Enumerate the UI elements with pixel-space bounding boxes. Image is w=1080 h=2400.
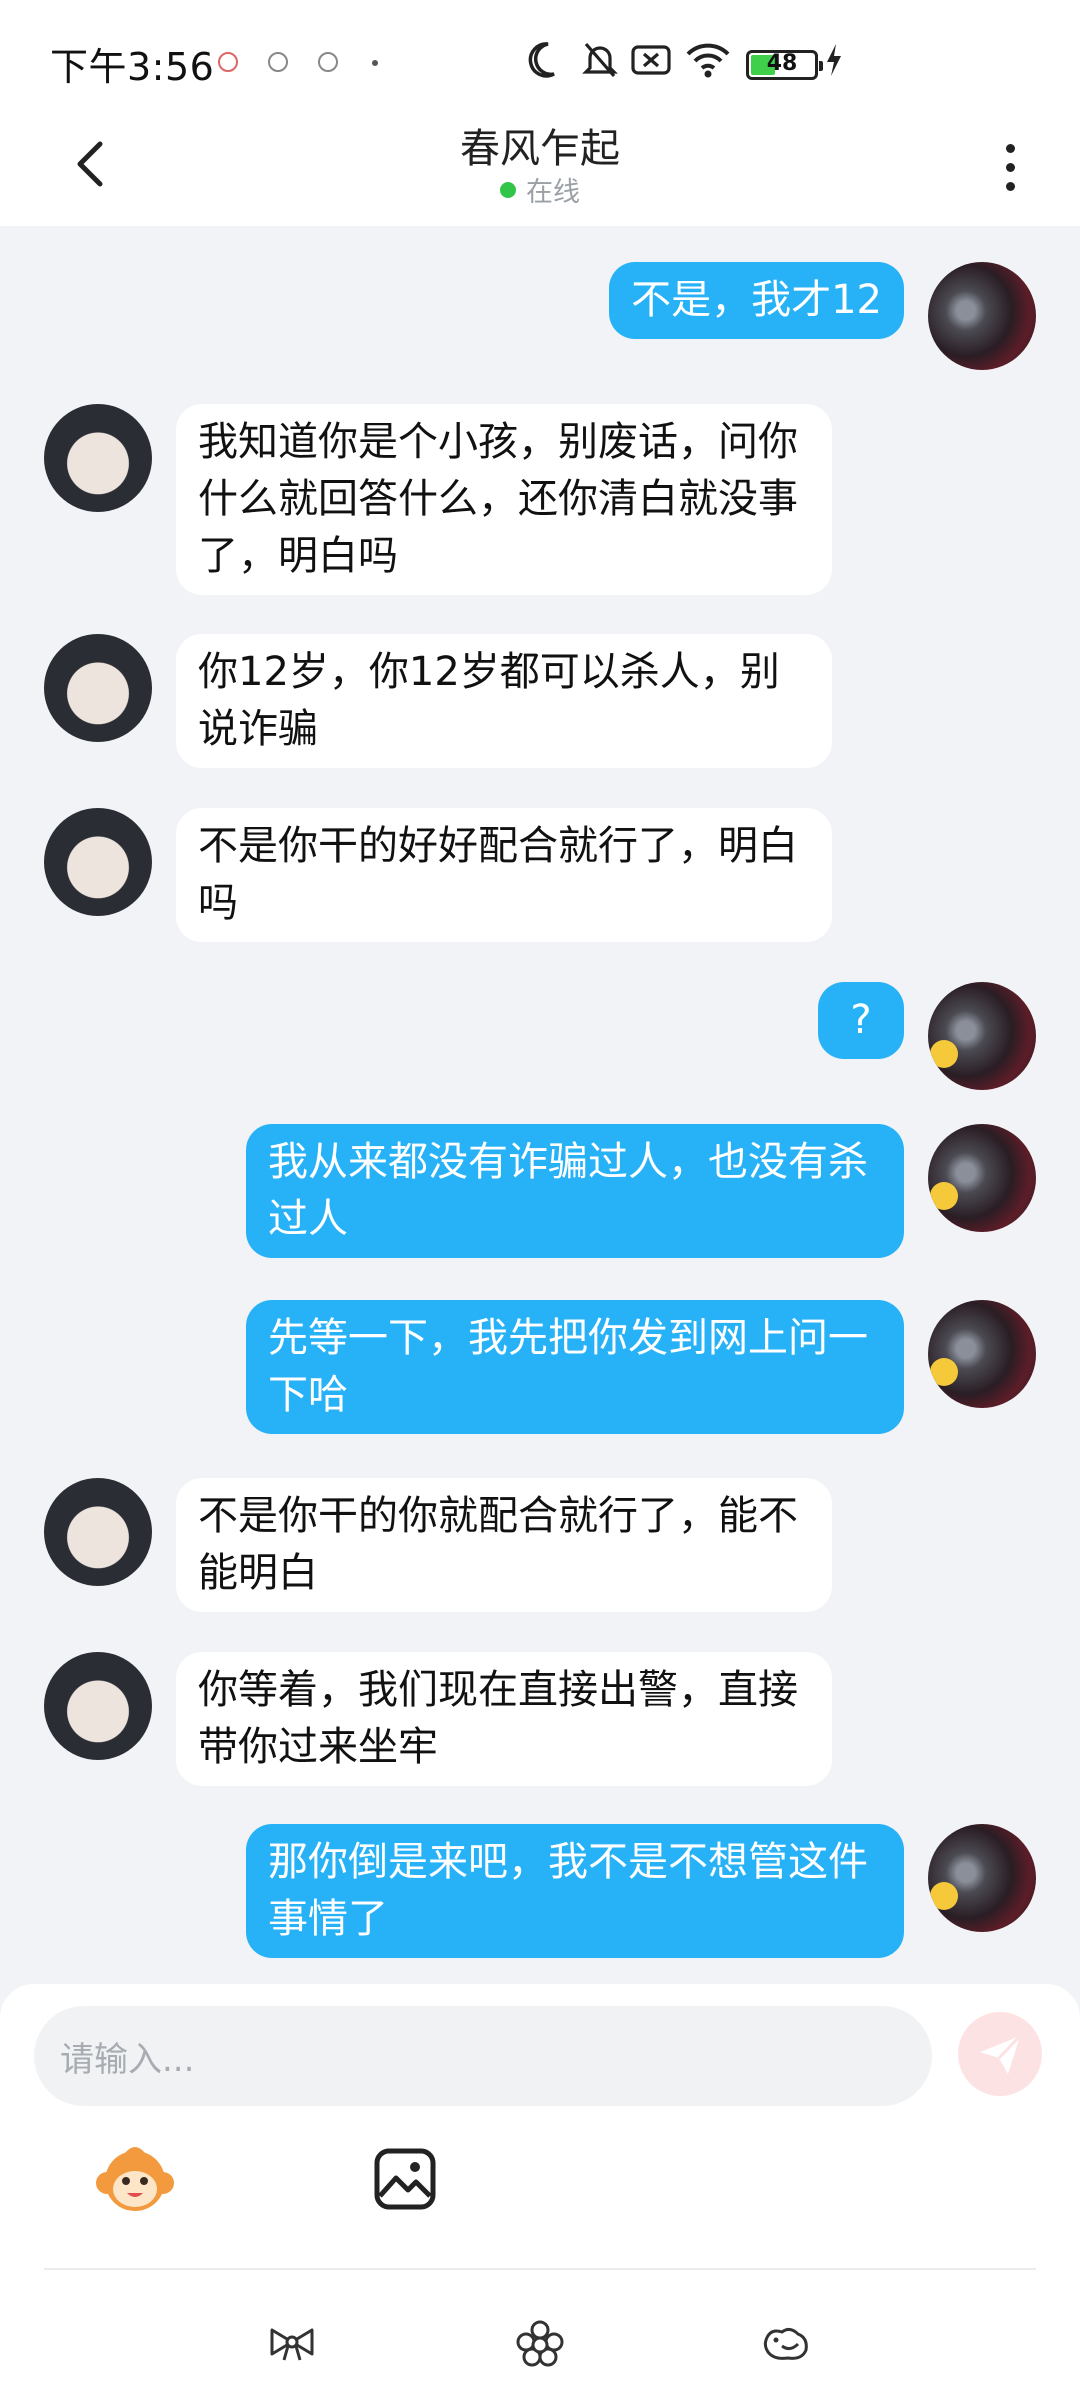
message-input[interactable]: 请输入... [34, 2006, 932, 2106]
composer-panel: 请输入... [0, 1984, 1080, 2400]
bow-icon [270, 2328, 314, 2361]
monkey-mascot-icon [96, 2147, 174, 2211]
more-dots-icon [1005, 162, 1015, 172]
received-message-bubble[interactable]: 我知道你是个小孩，别废话，问你什么就回答什么，还你清白就没事了，明白吗 [176, 404, 832, 595]
flower-icon [516, 2320, 564, 2367]
status-time: 下午3:56 [50, 45, 215, 89]
mascot-sticker-button[interactable] [90, 2134, 180, 2224]
online-status: 在线 [0, 170, 1080, 209]
user-avatar[interactable] [928, 982, 1036, 1090]
image-icon [374, 2148, 436, 2210]
online-dot-icon [500, 181, 516, 198]
more-dots-icon [1005, 143, 1015, 153]
sent-message-bubble[interactable]: 我从来都没有诈骗过人，也没有杀过人 [246, 1124, 904, 1258]
user-avatar[interactable] [928, 262, 1036, 370]
wifi-icon [686, 43, 730, 78]
contact-avatar[interactable] [44, 634, 152, 742]
app-notification-icon [268, 52, 288, 72]
received-message-bubble[interactable]: 你等着，我们现在直接出警，直接带你过来坐牢 [176, 1652, 832, 1786]
sent-message-bubble[interactable]: 先等一下，我先把你发到网上问一下哈 [246, 1300, 904, 1434]
status-bar: 下午3:56 48 [0, 0, 1080, 120]
mute-bell-icon [582, 42, 618, 78]
contact-avatar[interactable] [44, 808, 152, 916]
battery-icon: 48 [746, 50, 823, 80]
sent-message-bubble[interactable]: ? [818, 982, 904, 1059]
battery-level: 48 [766, 51, 798, 76]
more-dots-icon [1005, 181, 1015, 191]
received-message-bubble[interactable]: 不是你干的你就配合就行了，能不能明白 [176, 1478, 832, 1612]
divider [44, 2268, 1036, 2270]
emoji-badge-icon [930, 1040, 958, 1068]
user-avatar[interactable] [928, 1300, 1036, 1408]
chat-header: 春风乍起 在线 [0, 120, 1080, 226]
contact-name: 春风乍起 [460, 126, 620, 172]
emoji-badge-icon [930, 1182, 958, 1210]
more-notifications-icon [372, 60, 378, 66]
sent-message-bubble[interactable]: 不是，我才12 [609, 262, 904, 339]
emoji-badge-icon [930, 1882, 958, 1910]
sim-x-icon [631, 45, 671, 75]
input-placeholder: 请输入... [60, 2039, 195, 2080]
more-options-button[interactable] [980, 132, 1040, 202]
flower-nav-button[interactable] [510, 2314, 570, 2374]
charging-icon [827, 44, 841, 76]
bow-nav-button[interactable] [262, 2314, 322, 2374]
received-message-bubble[interactable]: 不是你干的好好配合就行了，明白吗 [176, 808, 832, 942]
emoji-badge-icon [930, 1358, 958, 1386]
image-picker-button[interactable] [360, 2134, 450, 2224]
sent-message-bubble[interactable]: 那你倒是来吧，我不是不想管这件事情了 [246, 1824, 904, 1958]
app-notification-icon [218, 52, 238, 72]
received-message-bubble[interactable]: 你12岁，你12岁都可以杀人，别说诈骗 [176, 634, 832, 768]
message-list[interactable]: 不是，我才12 我知道你是个小孩，别废话，问你什么就回答什么，还你清白就没事了，… [0, 226, 1080, 1986]
user-avatar[interactable] [928, 1824, 1036, 1932]
contact-avatar[interactable] [44, 1478, 152, 1586]
send-button[interactable] [958, 2012, 1042, 2096]
moon-icon [528, 42, 555, 78]
bird-nav-button[interactable] [756, 2314, 816, 2374]
contact-avatar[interactable] [44, 1652, 152, 1760]
contact-avatar[interactable] [44, 404, 152, 512]
user-avatar[interactable] [928, 1124, 1036, 1232]
online-status-label: 在线 [526, 177, 580, 208]
paper-plane-icon [980, 2034, 1022, 2074]
bird-icon [763, 2327, 808, 2360]
app-notification-icon [318, 52, 338, 72]
